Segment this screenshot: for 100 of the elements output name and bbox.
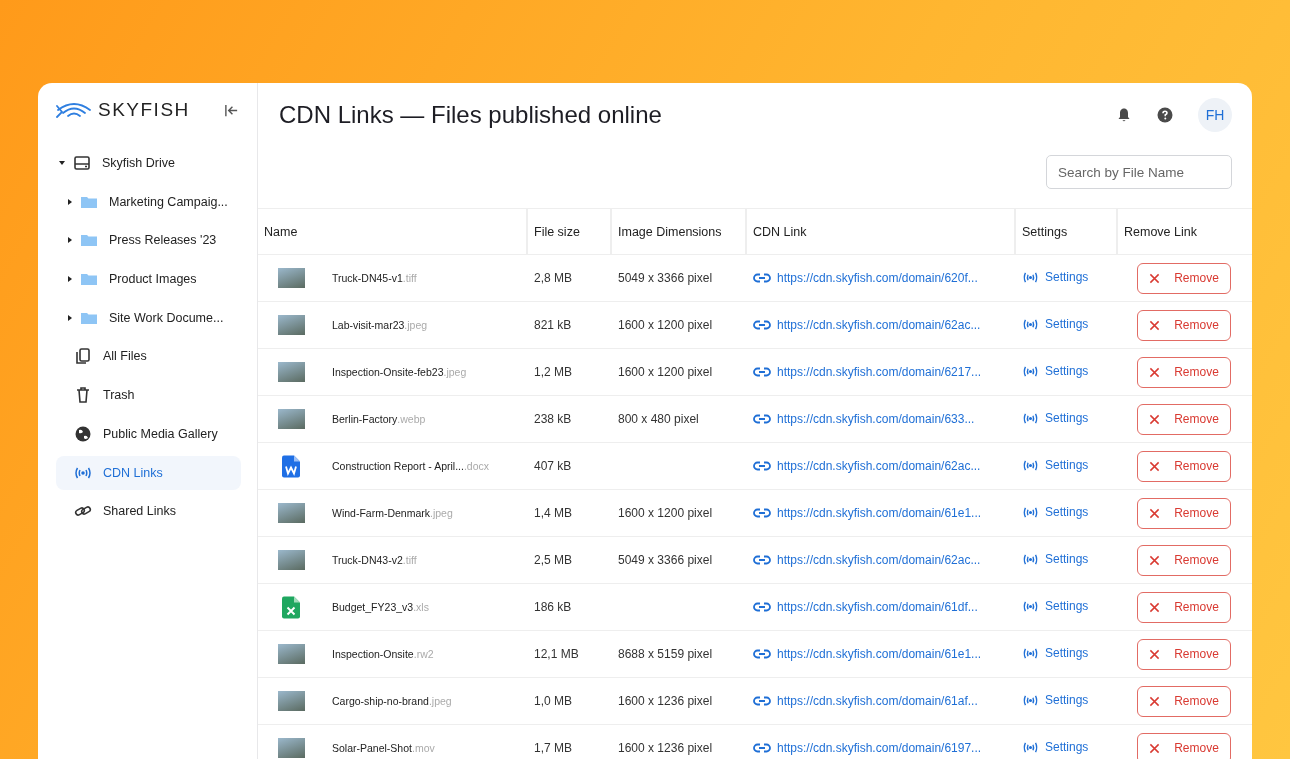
folder-tree-item[interactable]: Site Work Docume... [56,300,241,335]
cdn-link[interactable]: https://cdn.skyfish.com/domain/61e1... [753,646,982,661]
cdn-link[interactable]: https://cdn.skyfish.com/domain/6197... [753,740,982,755]
remove-button[interactable]: Remove [1137,356,1231,388]
column-header[interactable]: Image Dimensions [611,208,746,255]
column-header[interactable]: Remove Link [1117,208,1252,255]
broadcast-icon [1022,412,1039,424]
photo-placeholder [277,409,305,429]
link-icon [753,554,771,565]
settings-link[interactable]: Settings [1022,646,1089,661]
column-header[interactable]: File size [527,208,611,255]
remove-button[interactable]: Remove [1137,403,1231,435]
settings-link[interactable]: Settings [1022,740,1089,755]
file-name: Wind-Farm-Denmark [332,507,430,519]
drive-icon [73,154,91,172]
cdn-link[interactable]: https://cdn.skyfish.com/domain/62ac... [753,458,981,473]
page-title: CDN Links — Files published online [279,101,663,129]
remove-button[interactable]: Remove [1137,544,1231,576]
settings-link[interactable]: Settings [1022,505,1089,520]
remove-button[interactable]: Remove [1137,309,1231,341]
settings-link[interactable]: Settings [1022,411,1089,426]
cdn-link[interactable]: https://cdn.skyfish.com/domain/61e1... [753,505,982,520]
search-field[interactable]: Search by File Name [1046,155,1232,189]
file-size: 1,2 MB [534,365,572,379]
link-icon [753,742,771,753]
sidebar-item[interactable]: Public Media Gallery [56,416,241,451]
remove-button[interactable]: Remove [1137,591,1231,623]
settings-link[interactable]: Settings [1022,458,1089,473]
broadcast-icon [1022,694,1039,706]
remove-button[interactable]: Remove [1137,497,1231,529]
cdn-link[interactable]: https://cdn.skyfish.com/domain/633... [753,411,975,426]
notification-bell-icon[interactable] [1116,107,1132,123]
cdn-link[interactable]: https://cdn.skyfish.com/domain/61df... [753,599,978,614]
settings-link[interactable]: Settings [1022,599,1089,614]
column-header[interactable]: Name [258,208,527,255]
file-name: Truck-DN43-v2 [332,554,403,566]
column-header[interactable]: CDN Link [746,208,1015,255]
file-extension: .tiff [402,272,417,284]
file-extension: .rw2 [413,648,434,660]
settings-link[interactable]: Settings [1022,552,1089,567]
settings-link[interactable]: Settings [1022,270,1089,285]
link-icon [753,413,771,424]
file-size: 2,5 MB [534,553,572,567]
close-icon [1149,507,1161,519]
close-icon [1149,742,1161,754]
settings-link[interactable]: Settings [1022,364,1089,379]
file-extension: .jpeg [430,507,453,519]
remove-button[interactable]: Remove [1137,685,1231,717]
file-extension: .tiff [402,554,417,566]
cdn-link[interactable]: https://cdn.skyfish.com/domain/6217... [753,364,982,379]
tree-item[interactable]: Skyfish Drive [56,146,241,180]
close-icon [1149,460,1161,472]
column-header[interactable]: Settings [1015,208,1117,255]
remove-button[interactable]: Remove [1137,450,1231,482]
collapse-sidebar-icon[interactable] [224,102,239,118]
folder-tree-item[interactable]: Press Releases '23 [56,223,241,258]
file-name: Cargo-ship-no-brand [332,695,429,707]
broadcast-icon [1022,741,1039,753]
broadcast-icon [1022,506,1039,518]
file-name: Inspection-Onsite [332,648,414,660]
broadcast-icon [1022,318,1039,330]
remove-button[interactable]: Remove [1137,638,1231,670]
folder-tree-item[interactable]: Product Images [56,262,241,297]
sidebar-item[interactable]: Shared Links [56,494,241,529]
sidebar-item[interactable]: All Files [56,339,241,374]
help-icon[interactable] [1157,107,1173,123]
folder-tree-item[interactable]: Marketing Campaig... [56,184,241,219]
sidebar-item[interactable]: Trash [56,378,241,413]
image-dimensions: 1600 x 1200 pixel [618,506,713,520]
file-size: 1,0 MB [534,694,572,708]
remove-button[interactable]: Remove [1137,262,1231,294]
close-icon [1149,366,1161,378]
trash-icon [74,386,92,405]
file-size: 821 kB [534,318,572,332]
cdn-link[interactable]: https://cdn.skyfish.com/domain/62ac... [753,317,981,332]
file-extension: .jpeg [443,366,467,378]
close-icon [1149,413,1161,425]
settings-link[interactable]: Settings [1022,693,1089,708]
close-icon [1149,319,1161,331]
close-icon [1149,601,1161,613]
file-name: Lab-visit-mar23 [332,319,405,331]
cdn-link[interactable]: https://cdn.skyfish.com/domain/61af... [753,693,978,708]
link-icon [753,601,771,612]
file-size: 12,1 MB [534,647,579,661]
user-avatar[interactable]: FH [1198,98,1232,132]
remove-button[interactable]: Remove [1137,732,1231,759]
image-dimensions: 5049 x 3366 pixel [618,271,713,285]
file-name: Truck-DN45-v1 [332,272,403,284]
cdn-link[interactable]: https://cdn.skyfish.com/domain/620f... [753,270,978,285]
image-dimensions: 1600 x 1236 pixel [618,741,713,755]
file-extension: .docx [463,460,489,472]
image-dimensions: 1600 x 1200 pixel [618,318,713,332]
settings-link[interactable]: Settings [1022,317,1089,332]
photo-placeholder [277,691,305,711]
image-dimensions: 8688 x 5159 pixel [618,647,713,661]
file-extension: .xls [413,601,429,613]
cdn-link[interactable]: https://cdn.skyfish.com/domain/62ac... [753,552,981,567]
image-dimensions: 800 x 480 pixel [618,412,699,426]
sidebar-item[interactable]: CDN Links [56,455,241,490]
close-icon [1149,648,1161,660]
